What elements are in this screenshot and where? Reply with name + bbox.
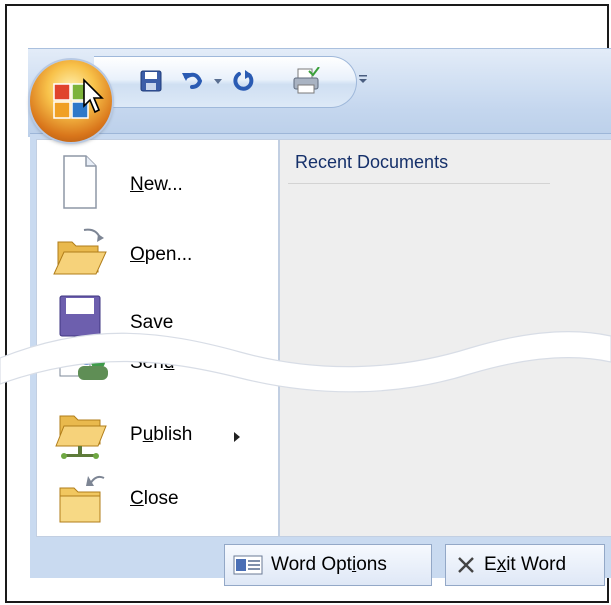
redo-icon[interactable] <box>228 65 258 97</box>
exit-word-label: Exit Word <box>484 554 567 575</box>
menu-item-label: Open... <box>130 244 193 265</box>
new-document-icon <box>50 152 110 214</box>
menu-item-new[interactable]: New... <box>44 152 268 214</box>
mouse-cursor-icon <box>82 78 106 121</box>
menu-item-close[interactable]: Close <box>44 466 268 528</box>
menu-item-label: Close <box>130 488 179 509</box>
customize-toolbar-icon[interactable] <box>356 66 370 92</box>
close-x-icon <box>456 555 476 575</box>
recent-documents-title: Recent Documents <box>295 152 449 172</box>
menu-item-open[interactable]: Open... <box>44 222 268 284</box>
close-folder-icon <box>50 466 110 528</box>
publish-folder-icon <box>50 402 110 464</box>
print-preview-icon[interactable] <box>288 65 324 97</box>
undo-icon[interactable] <box>178 65 208 97</box>
submenu-arrow-icon <box>234 432 240 442</box>
recent-documents-divider <box>288 183 550 184</box>
menu-item-label: Publish <box>130 424 193 445</box>
save-icon[interactable] <box>136 65 166 97</box>
menu-item-label: New... <box>130 174 183 195</box>
exit-word-button[interactable]: Exit Word <box>445 544 605 586</box>
menu-item-publish[interactable]: Publish <box>44 402 268 464</box>
word-options-button[interactable]: Word Options <box>224 544 432 586</box>
dropdown-arrow-icon[interactable] <box>210 65 226 97</box>
word-options-icon <box>233 554 263 576</box>
open-folder-icon <box>50 222 110 284</box>
torn-edge-wave <box>0 330 611 393</box>
word-options-label: Word Options <box>271 554 387 575</box>
